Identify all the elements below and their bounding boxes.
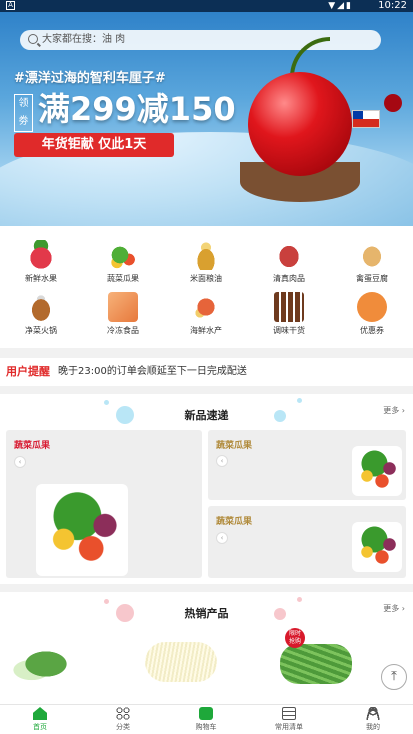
decor-bubble: [297, 398, 302, 403]
notice-tag: 用户提醒: [6, 365, 50, 378]
vegetable-basket-image: [352, 446, 402, 496]
tab-profile[interactable]: 我的: [343, 707, 403, 732]
category-label: 冷冻食品: [107, 326, 139, 335]
chevron-right-icon: ›: [401, 604, 405, 613]
notice-text: 晚于23:00的订单会顺延至下一日完成配送: [58, 366, 247, 377]
meat-icon: [274, 240, 304, 270]
grain-oil-icon: [191, 240, 221, 270]
promo-banner[interactable]: 大家都在搜：油 肉 #漂洋过海的智利车厘子# 领劵 满299减150 年货钜献 …: [0, 12, 413, 226]
tab-category[interactable]: 分类: [93, 707, 153, 732]
vegetables-icon: [108, 240, 138, 270]
small-cherry-image: [384, 94, 402, 112]
arrow-circle-icon: ‹: [14, 456, 26, 468]
category-label: 禽蛋豆腐: [356, 274, 388, 283]
section-title: 热销产品: [184, 607, 229, 620]
new-product-card-top[interactable]: 蔬菜瓜果 ‹: [208, 430, 406, 500]
category-label: 蔬菜瓜果: [107, 274, 139, 283]
bean-sprouts-icon[interactable]: [145, 642, 217, 682]
category-label: 海鲜水产: [190, 326, 222, 335]
more-label: 更多: [383, 604, 400, 613]
more-link[interactable]: 更多 ›: [383, 405, 405, 416]
cherry-image: [248, 72, 352, 176]
tab-shopping-list[interactable]: 常用清单: [259, 707, 319, 732]
search-icon: [28, 34, 38, 44]
card-label: 蔬菜瓜果: [216, 441, 253, 451]
tab-label: 购物车: [195, 723, 217, 731]
search-placeholder: 大家都在搜：油 肉: [42, 34, 126, 45]
banner-cta-button[interactable]: 年货钜献 仅此1天: [14, 133, 174, 157]
grid-icon: [116, 707, 130, 720]
category-vegetables[interactable]: 蔬菜瓜果: [88, 240, 158, 284]
arrow-circle-icon: ‹: [216, 455, 228, 467]
green-beans-icon[interactable]: [280, 644, 352, 684]
category-seasoning[interactable]: 调味干货: [254, 292, 324, 336]
seafood-icon: [191, 292, 221, 322]
user-notice: 用户提醒 晚于23:00的订单会顺延至下一日完成配送: [0, 358, 413, 386]
hot-products-section: 热销产品 更多 › 限时 抢购: [0, 592, 413, 704]
tab-home[interactable]: 首页: [10, 707, 70, 732]
category-fresh-fruit[interactable]: 新鲜水果: [6, 240, 76, 284]
hotpot-icon: [26, 292, 56, 322]
category-grid: 新鲜水果 蔬菜瓜果 米面粮油 清真肉品 禽蛋豆腐 净菜火锅 冷冻食品 海鲜水产 …: [0, 226, 413, 348]
category-hotpot[interactable]: 净菜火锅: [6, 292, 76, 336]
new-product-card-large[interactable]: 蔬菜瓜果 ‹: [6, 430, 202, 578]
category-label: 米面粮油: [190, 274, 222, 283]
tab-label: 首页: [33, 723, 47, 731]
status-time: 10:22: [378, 0, 407, 11]
category-seafood[interactable]: 海鲜水产: [171, 292, 241, 336]
category-grain-oil[interactable]: 米面粮油: [171, 240, 241, 284]
arrow-up-icon: ⤒: [391, 669, 397, 684]
section-title: 新品速递: [184, 409, 229, 422]
status-bar: A ▼◢▮ 10:22: [0, 0, 413, 12]
arrow-circle-icon: ‹: [216, 532, 228, 544]
seasoning-icon: [274, 292, 304, 322]
list-icon: [282, 707, 296, 720]
back-to-top-button[interactable]: ⤒: [381, 664, 407, 690]
more-label: 更多: [383, 406, 400, 415]
tab-label: 常用清单: [275, 723, 303, 731]
user-icon: [366, 707, 380, 720]
frozen-food-icon: [108, 292, 138, 322]
category-frozen-food[interactable]: 冷冻食品: [88, 292, 158, 336]
category-label: 优惠券: [360, 326, 384, 335]
vegetable-greens-icon[interactable]: [10, 642, 82, 682]
app-notification-icon: A: [6, 1, 15, 10]
vegetable-basket-image: [36, 484, 128, 576]
card-label: 蔬菜瓜果: [216, 517, 253, 527]
cart-icon: [199, 707, 213, 720]
banner-headline: 满299减150: [38, 90, 236, 128]
category-label: 清真肉品: [273, 274, 305, 283]
category-coupon[interactable]: 优惠券: [337, 292, 407, 336]
tab-cart[interactable]: 购物车: [176, 707, 236, 732]
new-products-section: 新品速递 更多 › 蔬菜瓜果 ‹ 蔬菜瓜果 ‹ 蔬菜瓜果 ‹: [0, 394, 413, 584]
more-link[interactable]: 更多 ›: [383, 603, 405, 614]
new-product-card-bottom[interactable]: 蔬菜瓜果 ‹: [208, 506, 406, 578]
vegetable-basket-image: [352, 522, 402, 572]
chile-flag-icon: [352, 110, 380, 128]
category-label: 净菜火锅: [25, 326, 57, 335]
home-icon: [33, 707, 47, 720]
coupon-icon: [357, 292, 387, 322]
category-label: 新鲜水果: [25, 274, 57, 283]
category-eggs-tofu[interactable]: 禽蛋豆腐: [337, 240, 407, 284]
card-label: 蔬菜瓜果: [14, 441, 51, 451]
category-halal-meat[interactable]: 清真肉品: [254, 240, 324, 284]
tab-label: 分类: [116, 723, 130, 731]
flash-sale-badge: 限时 抢购: [285, 628, 305, 648]
coupon-tag: 领劵: [14, 94, 33, 132]
decor-bubble: [104, 400, 109, 405]
tab-label: 我的: [366, 723, 380, 731]
strawberry-icon: [26, 240, 56, 270]
egg-icon: [357, 240, 387, 270]
decor-bubble: [297, 597, 302, 602]
decor-bubble: [104, 599, 109, 604]
category-label: 调味干货: [273, 326, 305, 335]
signal-wifi-battery-icons: ▼◢▮: [328, 1, 353, 11]
chevron-right-icon: ›: [401, 406, 405, 415]
bottom-tab-bar: 首页 分类 购物车 常用清单 我的: [0, 704, 413, 734]
